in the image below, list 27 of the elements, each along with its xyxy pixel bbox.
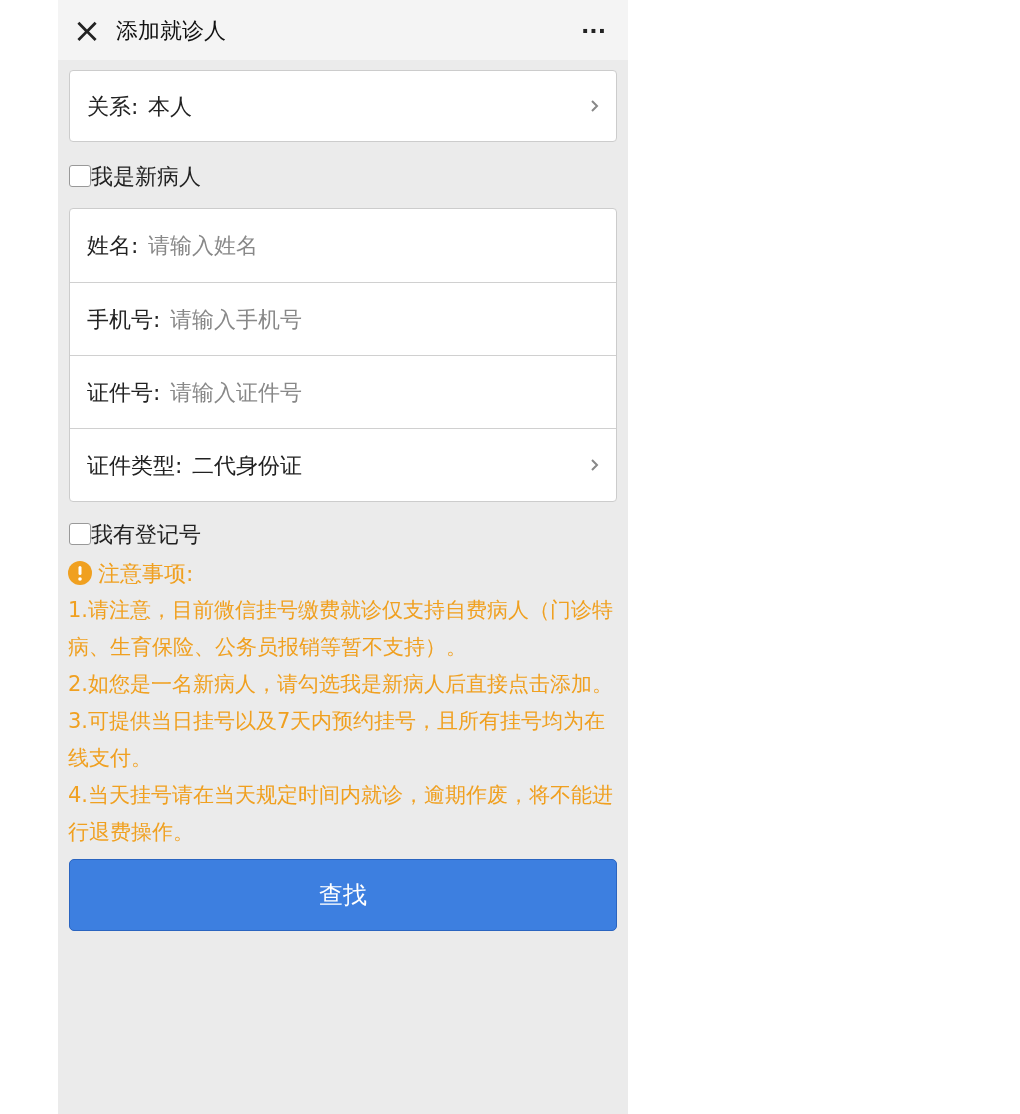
input-field[interactable]: 请输入手机号 — [170, 302, 599, 336]
checkbox-label: 我有登记号 — [91, 520, 201, 549]
close-button[interactable]: × — [72, 13, 102, 47]
checkbox[interactable] — [69, 165, 91, 187]
checkbox[interactable] — [69, 523, 91, 545]
search-button[interactable]: 查找 — [69, 859, 617, 931]
notice-text: 3.可提供当日挂号以及7天内预约挂号，且所有挂号均为在线支付。 — [68, 708, 607, 772]
field-label: 手机号: — [87, 305, 161, 334]
notice-text: 1.请注意，目前微信挂号缴费就诊仅支持自费病人（门诊特病、生育保险、公务员报销等暂不支持）。 — [68, 597, 615, 661]
field-label: 证件号: — [87, 378, 161, 407]
chevron-right-icon — [591, 100, 599, 112]
field-label: 姓名: — [87, 232, 139, 260]
relation-row[interactable]: 关系: 本人 — [69, 70, 617, 142]
chevron-right-icon — [591, 459, 599, 471]
warning-icon — [68, 561, 92, 585]
relation-value: 本人 — [148, 92, 193, 121]
field-label: 证件类型: — [87, 451, 183, 480]
more-button[interactable]: ··· — [580, 13, 606, 47]
notice-title: 注意事项: — [98, 559, 194, 588]
input-field[interactable]: 请输入姓名 — [148, 229, 599, 262]
input-field[interactable]: 请输入证件号 — [170, 375, 599, 409]
relation-label: 关系: — [87, 92, 139, 121]
checkbox-label: 我是新病人 — [91, 162, 201, 191]
notice-text: 4.当天挂号请在当天规定时间内就诊，逾期作废，将不能进行退费操作。 — [68, 782, 615, 846]
page-title: 添加就诊人 — [116, 16, 226, 45]
notice-text: 2.如您是一名新病人，请勾选我是新病人后直接点击添加。 — [68, 671, 615, 698]
select-value[interactable]: 二代身份证 — [192, 448, 303, 482]
